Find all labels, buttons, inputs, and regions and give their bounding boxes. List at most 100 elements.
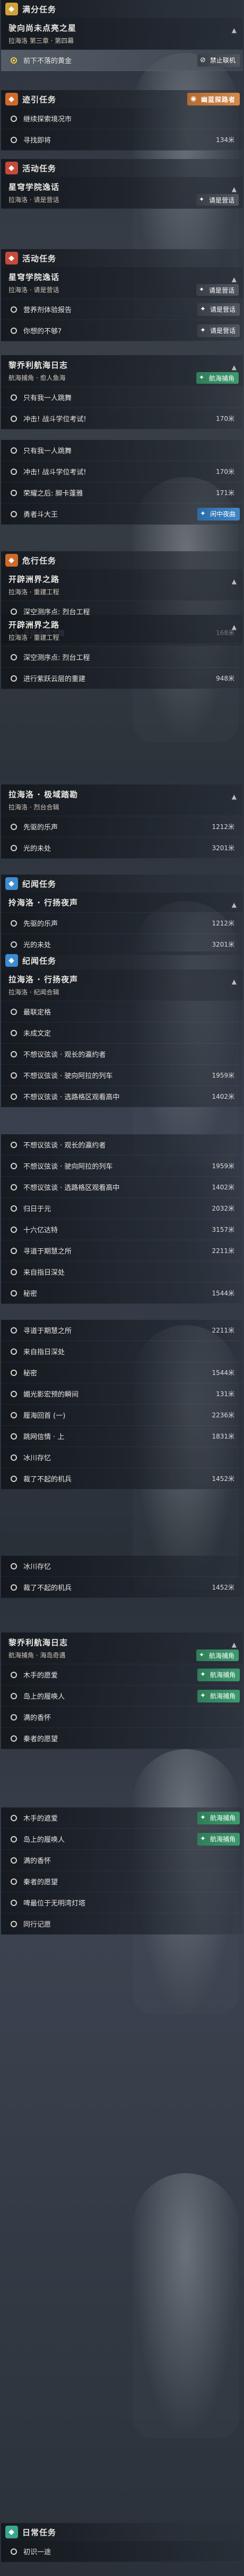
quest-tag: ✦ 请是营话: [196, 284, 239, 296]
quest-step[interactable]: 未成文定: [1, 1022, 243, 1044]
quest-step[interactable]: 最联定格: [1, 1001, 243, 1022]
quest-step[interactable]: 不想议弦谈 · 观长的瀛约者: [1, 1134, 243, 1155]
quest-step[interactable]: 媚光影宏预的瞬间 131米: [1, 1383, 243, 1405]
quest-step[interactable]: 先驱的乐声 1212米: [1, 816, 243, 837]
quest-step[interactable]: 啤最位于无明湾灯塔: [1, 1892, 243, 1913]
quest-step[interactable]: 冲击! 战斗学位考试! 170米: [1, 461, 243, 482]
chevron-up-icon[interactable]: ▲: [232, 793, 237, 800]
quest-step[interactable]: 冰川存忆: [1, 1556, 243, 1577]
waypoint-dot-icon: [11, 1327, 17, 1334]
waypoint-dot-icon: [11, 1093, 17, 1100]
category-label: 满分任务: [22, 4, 57, 14]
quest-section: 木手的遮爱 ✦ 航海捕角 岛上的履唤人 ✦ 航海捕角 满的香怀秦者的愿望啤最位于无明湾灯塔同…: [1, 1807, 243, 1935]
quest-step[interactable]: 岛上的履唤人 ✦ 航海捕角: [1, 1829, 243, 1850]
quest-step[interactable]: 先驱的乐声 1212米: [1, 913, 243, 934]
quest-step[interactable]: 不想议弦谈 · 驶向阿拉的列车 1959米: [1, 1155, 243, 1177]
quest-step[interactable]: 冰川存忆: [1, 1447, 243, 1468]
quest-category-header[interactable]: ◆ 纪闻任务: [1, 875, 243, 893]
quest-category-header[interactable]: ◆ 活动任务: [1, 159, 243, 177]
quest-header[interactable]: 开辟洲界之路 拉海洛 · 重建工程 ▲: [1, 615, 243, 647]
navigation-icon: ✦: [199, 1670, 206, 1679]
step-tag: ✦ 航海捕角: [197, 1811, 240, 1824]
chevron-up-icon[interactable]: ▲: [232, 901, 237, 908]
waypoint-dot-icon: [11, 654, 17, 660]
quest-header[interactable]: 开辟洲界之路 拉海洛 · 重建工程 ▲: [1, 569, 243, 601]
chevron-up-icon[interactable]: ▲: [232, 27, 237, 34]
quest-step[interactable]: 裁了不起的机兵 1452米: [1, 1468, 243, 1489]
quest-category-header[interactable]: ◆ 满分任务: [1, 0, 243, 18]
quest-step[interactable]: 不想议弦谈 · 驶向阿拉的列车 1959米: [1, 1065, 243, 1086]
quest-step[interactable]: 你想的不够? ✦ 请是营话: [1, 320, 243, 341]
quest-section: ◆ 纪闻任务 拉海洛 · 行扬夜声 拉海洛 · 纪闻合辑 ▲ 最联定格 未成文定 不想议弦谈 …: [1, 951, 243, 1107]
step-label: 木手的愿爱: [23, 1672, 58, 1680]
quest-category-header[interactable]: ◆ 纪闻任务: [1, 951, 243, 969]
step-label: 不想议弦谈 · 选路格区观看高中: [23, 1093, 120, 1101]
quest-step[interactable]: 秘密 1544米: [1, 1283, 243, 1304]
quest-step[interactable]: 裁了不起的机兵 1452米: [1, 1577, 243, 1598]
quest-step[interactable]: 不想议弦谈 · 观长的瀛约者: [1, 1044, 243, 1065]
step-distance: 3201米: [212, 844, 234, 852]
chevron-up-icon[interactable]: ▲: [232, 978, 237, 985]
quest-step[interactable]: 满的香怀: [1, 1707, 243, 1728]
quest-step[interactable]: 十六亿达特 3157米: [1, 1219, 243, 1240]
waypoint-dot-icon: [11, 2548, 17, 2555]
quest-step[interactable]: 木手的愿爱 ✦ 航海捕角: [1, 1664, 243, 1686]
waypoint-dot-icon: [11, 1714, 17, 1721]
quest-header[interactable]: 黎乔利航海日志 航海捕角 · 愈人鱼海 ▲ ✦ 航海捕角: [1, 355, 243, 387]
quest-step[interactable]: 岛上的履唤人 ✦ 航海捕角: [1, 1686, 243, 1707]
chevron-up-icon[interactable]: ▲: [232, 186, 237, 193]
quest-step[interactable]: 深空测序点: 烈台工程: [1, 647, 243, 668]
quest-step[interactable]: 初识一途: [1, 2541, 243, 2562]
quest-step[interactable]: 满的香怀: [1, 1850, 243, 1871]
quest-header[interactable]: 拉海洛 · 行扬夜声 拉海洛 · 纪闻合辑 ▲: [1, 969, 243, 1001]
quest-header[interactable]: 拎海洛 · 行扬夜声 ▲: [1, 893, 243, 913]
waypoint-dot-icon: [11, 1671, 17, 1678]
chevron-up-icon[interactable]: ▲: [232, 364, 237, 371]
step-distance: 170米: [216, 415, 234, 422]
quest-step[interactable]: 只有我一人跳舞: [1, 440, 243, 461]
quest-step[interactable]: 营养剂体验报告 ✦ 请是营话: [1, 299, 243, 320]
quest-header[interactable]: 星穹学院逸话 拉海洛 · 请是营话 ▲ ✦ 请是营话: [1, 267, 243, 299]
chevron-up-icon[interactable]: ▲: [232, 1641, 237, 1648]
step-label: 营养剂体验报告: [23, 306, 72, 314]
quest-step[interactable]: 木手的遮爱 ✦ 航海捕角: [1, 1807, 243, 1829]
quest-step[interactable]: 履海回首 (一) 2236米: [1, 1405, 243, 1426]
chevron-up-icon[interactable]: ▲: [232, 623, 237, 631]
quest-section: ◆ 纪闻任务 拎海洛 · 行扬夜声 ▲ 先驱的乐声 1212米 光的未处 3201米: [1, 875, 243, 955]
quest-category-header[interactable]: ◆ 日常任务: [1, 2523, 243, 2541]
chevron-up-icon[interactable]: ▲: [232, 276, 237, 283]
step-label: 光的未处: [23, 845, 51, 853]
quest-step[interactable]: 只有我一人跳舞: [1, 387, 243, 408]
quest-category-header[interactable]: ◆ 活动任务: [1, 249, 243, 267]
quest-step[interactable]: 寻道于期慧之所 2211米: [1, 1240, 243, 1261]
quest-step[interactable]: 跳网信情 · 上 1831米: [1, 1426, 243, 1447]
quest-step[interactable]: 来自指日深处: [1, 1261, 243, 1283]
quest-step[interactable]: 勇者斗大王 ✦ 闲中夜曲: [1, 504, 243, 525]
quest-step[interactable]: 冲击! 战斗学位考试! 170米: [1, 408, 243, 429]
quest-category-header[interactable]: ◆ 迹引任务 ◉ 幽蓝探路者: [1, 90, 243, 108]
quest-header[interactable]: 驶向尚未点亮之星 拉海洛 第三章 · 第四幕 ▲: [1, 18, 243, 50]
quest-step[interactable]: 同行记愿: [1, 1913, 243, 1935]
quest-step[interactable]: 光的未处 3201米: [1, 837, 243, 859]
quest-step[interactable]: 寻找即将 134米: [1, 129, 243, 151]
quest-step[interactable]: 荣耀之后: 脚卡蓬雅 171米: [1, 482, 243, 504]
quest-header[interactable]: 黎乔利航海日志 航海捕角 · 海岛奇遇 ▲ ✦ 航海捕角: [1, 1633, 243, 1664]
chevron-up-icon[interactable]: ▲: [232, 578, 237, 585]
quest-step[interactable]: 来自指日深处: [1, 1341, 243, 1362]
quest-step[interactable]: 秦者的愿望: [1, 1728, 243, 1749]
waypoint-dot-icon: [11, 1348, 17, 1355]
quest-step[interactable]: 归日于元 2032米: [1, 1198, 243, 1219]
quest-step[interactable]: 不想议弦谈 · 选路格区观看高中 1402米: [1, 1177, 243, 1198]
quest-step[interactable]: 继续探索境况市: [1, 108, 243, 129]
quest-header[interactable]: 拉海洛 · 极域踏勘 拉海洛 · 烈台合辑 ▲: [1, 784, 243, 816]
quest-category-header[interactable]: ◆ 危行任务: [1, 551, 243, 569]
quest-step[interactable]: 不想议弦谈 · 选路格区观看高中 1402米: [1, 1086, 243, 1107]
quest-section: 黎乔利航海日志 航海捕角 · 愈人鱼海 ▲ ✦ 航海捕角 只有我一人跳舞 冲击! 战斗学位考…: [1, 355, 243, 429]
quest-step[interactable]: 进行紫跃云层的重建 948米: [1, 668, 243, 689]
quest-header[interactable]: 星穹学院逸话 拉海洛 · 请是营话 ▲ ✦ 请是营话: [1, 177, 243, 209]
step-label: 秦者的愿望: [23, 1878, 58, 1886]
quest-step[interactable]: 秦者的愿望: [1, 1871, 243, 1892]
quest-step[interactable]: 秘密 1544米: [1, 1362, 243, 1383]
quest-step[interactable]: 寻道于期慧之所 2211米: [1, 1320, 243, 1341]
quest-step[interactable]: 前下不落的黄金 ⊘ 禁止联机: [1, 50, 243, 71]
